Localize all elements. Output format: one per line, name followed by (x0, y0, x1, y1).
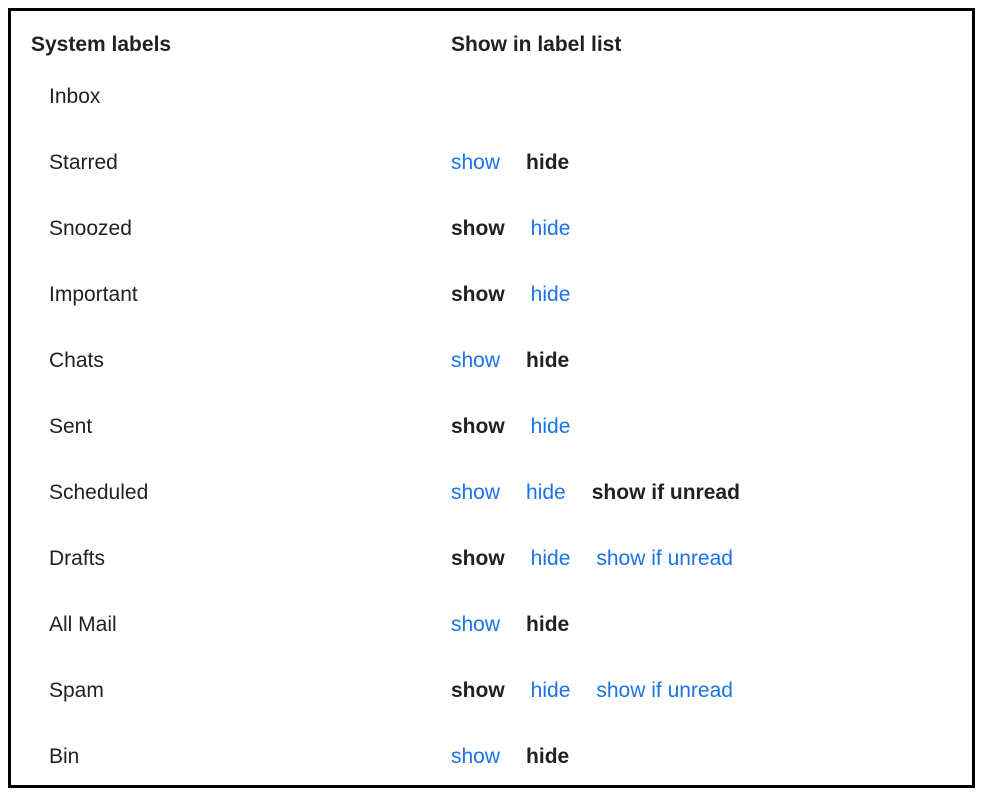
label-name: All Mail (31, 613, 117, 636)
label-actions: show hide (451, 151, 952, 175)
label-option-hide[interactable]: hide (526, 481, 566, 505)
label-name: Sent (31, 415, 92, 438)
label-name: Starred (31, 151, 118, 174)
label-option-show: show (451, 679, 505, 703)
label-row: All Mail show hide (31, 613, 952, 637)
label-option-show[interactable]: show (451, 745, 500, 769)
label-option-show: show (451, 217, 505, 241)
label-option-hide: hide (526, 349, 569, 373)
label-actions: show hide show if unread (451, 547, 952, 571)
label-name: Important (31, 283, 138, 306)
label-option-hide[interactable]: hide (531, 547, 571, 571)
label-actions: show hide (451, 745, 952, 769)
show-in-label-list-header: Show in label list (451, 33, 621, 56)
label-option-hide[interactable]: hide (531, 679, 571, 703)
label-option-hide: hide (526, 151, 569, 175)
label-option-hide: hide (526, 745, 569, 769)
label-option-hide: hide (526, 613, 569, 637)
label-option-show[interactable]: show (451, 613, 500, 637)
label-name: Scheduled (31, 481, 148, 504)
label-actions: show hide (451, 283, 952, 307)
label-name: Snoozed (31, 217, 132, 240)
label-actions: show hide show if unread (451, 481, 952, 505)
label-option-show-if-unread[interactable]: show if unread (596, 547, 733, 571)
label-name: Chats (31, 349, 104, 372)
label-row: Inbox (31, 85, 952, 109)
label-row: Sent show hide (31, 415, 952, 439)
label-row: Important show hide (31, 283, 952, 307)
label-row: Drafts show hide show if unread (31, 547, 952, 571)
label-actions: show hide show if unread (451, 679, 952, 703)
labels-settings-panel: System labels Show in label list Inbox St… (8, 8, 975, 788)
label-option-hide[interactable]: hide (531, 283, 571, 307)
label-option-show: show (451, 283, 505, 307)
label-option-show-if-unread: show if unread (592, 481, 740, 505)
label-name: Spam (31, 679, 104, 702)
label-row: Bin show hide (31, 745, 952, 769)
label-option-show[interactable]: show (451, 349, 500, 373)
header-row: System labels Show in label list (31, 33, 952, 57)
label-name: Drafts (31, 547, 105, 570)
label-actions: show hide (451, 217, 952, 241)
label-option-show-if-unread[interactable]: show if unread (596, 679, 733, 703)
label-row: Starred show hide (31, 151, 952, 175)
label-actions: show hide (451, 349, 952, 373)
label-option-hide[interactable]: hide (531, 415, 571, 439)
label-option-show: show (451, 415, 505, 439)
label-option-hide[interactable]: hide (531, 217, 571, 241)
label-row: Scheduled show hide show if unread (31, 481, 952, 505)
label-row: Snoozed show hide (31, 217, 952, 241)
label-name: Bin (31, 745, 79, 768)
label-option-show[interactable]: show (451, 151, 500, 175)
label-option-show: show (451, 547, 505, 571)
label-actions: show hide (451, 613, 952, 637)
system-labels-header: System labels (31, 33, 171, 56)
label-row: Spam show hide show if unread (31, 679, 952, 703)
labels-list: InboxStarredshowhideSnoozedshowhideImpor… (31, 85, 952, 769)
label-option-show[interactable]: show (451, 481, 500, 505)
label-row: Chats show hide (31, 349, 952, 373)
label-actions: show hide (451, 415, 952, 439)
label-name: Inbox (31, 85, 100, 108)
